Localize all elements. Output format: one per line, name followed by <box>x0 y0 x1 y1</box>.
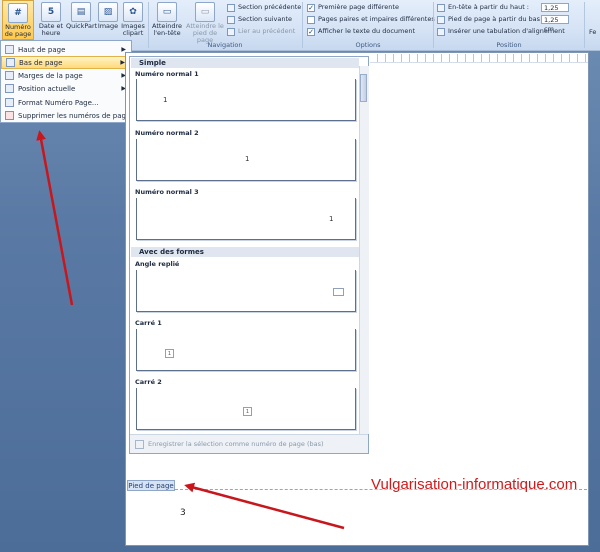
arrow-to-footer-tab <box>184 482 345 530</box>
annotation-arrows <box>36 130 345 530</box>
arrow-to-menu <box>36 130 74 306</box>
